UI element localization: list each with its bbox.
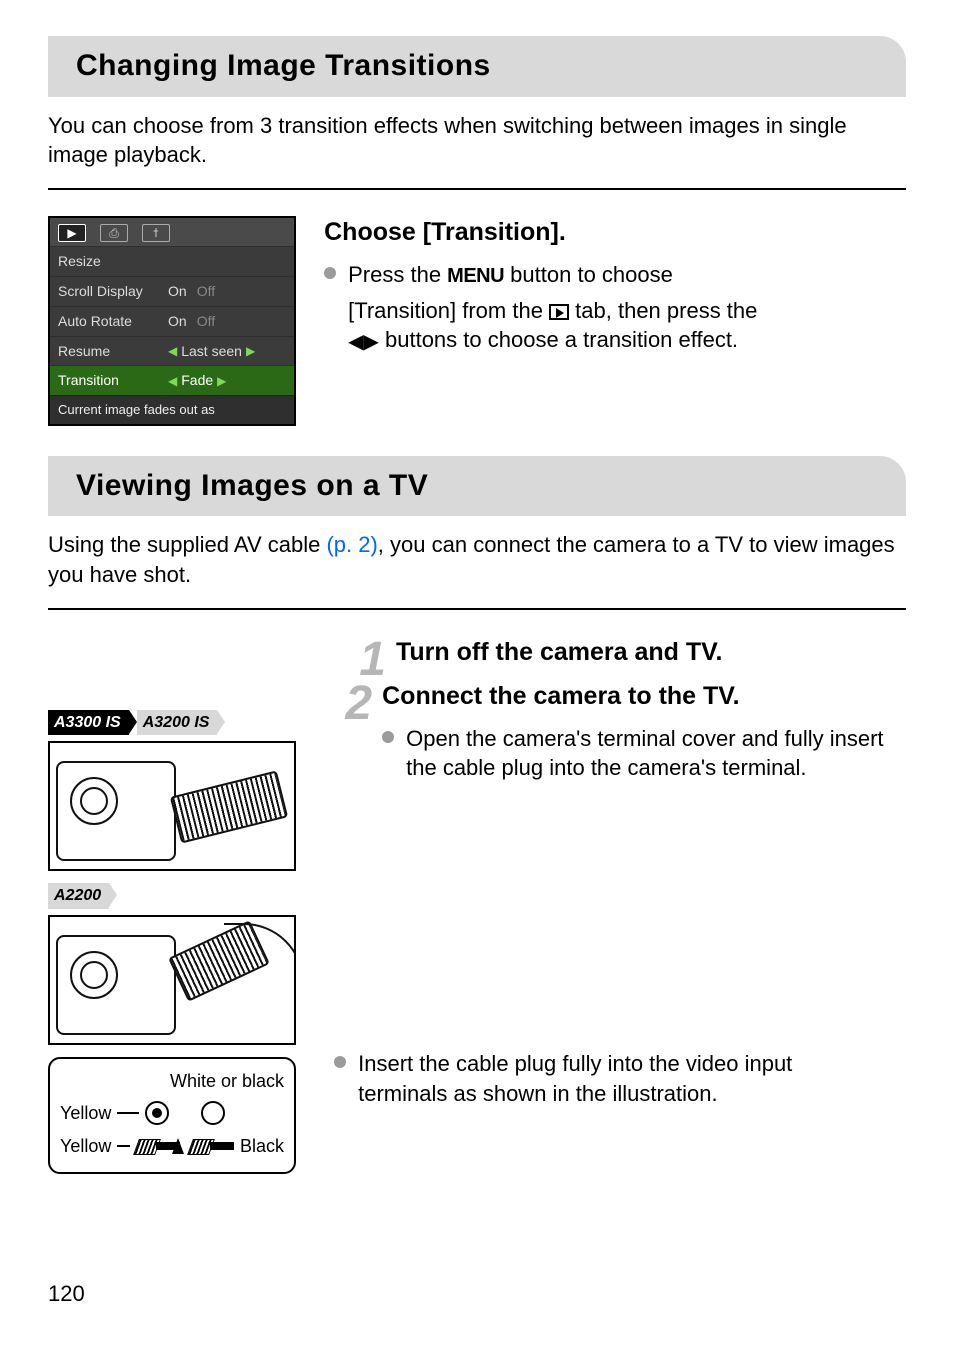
section2-intro: Using the supplied AV cable (p. 2), you … [48,530,906,589]
menu-value-on: On [168,282,187,301]
section-heading-tv: Viewing Images on a TV [48,456,906,517]
section1-intro: You can choose from 3 transition effects… [48,111,906,170]
menu-label: Transition [58,371,168,390]
menu-row-resume: Resume ◀ Last seen ▶ [50,336,294,366]
menu-value-on: On [168,312,187,331]
menu-value: On Off [168,282,215,301]
bullet-dot-icon [382,731,394,743]
heading-text: Viewing Images on a TV [76,466,906,507]
step-bullet: Open the camera's terminal cover and ful… [382,724,884,783]
menu-row-scroll-display: Scroll Display On Off [50,276,294,306]
playback-tab-icon [549,304,569,320]
cable-label-yellow: Yellow [60,1101,111,1125]
bullet-dot-icon [334,1056,346,1068]
menu-tabs: ▶ ⎙ ϯ [50,218,294,246]
menu-value: On Off [168,312,215,331]
text-fragment: Using the supplied AV cable [48,532,326,557]
menu-word-icon: MENU [447,265,504,287]
step-text-line: [Transition] from the tab, then press th… [348,296,884,326]
menu-row-auto-rotate: Auto Rotate On Off [50,306,294,336]
tv-cable-illustration: White or black Yellow Yellow Black [48,1057,296,1174]
text-fragment: buttons to choose a transition effect. [379,327,738,352]
menu-value-text: Last seen [181,342,242,361]
tab-print-icon: ⎙ [100,224,128,242]
arrow-left-icon: ◀ [168,343,177,359]
step-text: Insert the cable plug fully into the vid… [358,1049,884,1108]
camera-plug-illustration-1 [48,741,296,871]
step-text-line: ◀▶ buttons to choose a transition effect… [348,325,884,356]
tab-tools-icon: ϯ [142,224,170,242]
menu-value-text: Fade [181,371,213,390]
cable-label-black: Black [240,1134,284,1158]
menu-row-transition: Transition ◀ Fade ▶ [50,365,294,395]
jack-white-black-icon [201,1101,225,1125]
cable-label-white-or-black: White or black [170,1069,284,1093]
camera-menu-mock: ▶ ⎙ ϯ Resize Scroll Display On Off Auto … [48,216,296,426]
text-fragment: tab, then press the [569,298,757,323]
model-badges: A3300 IS A3200 IS [48,710,318,736]
step-title: Choose [Transition]. [324,216,884,250]
step-bullet: Press the MENU button to choose [324,260,884,290]
divider [48,608,906,610]
menu-description: Current image fades out as [50,395,294,424]
cable-label-yellow: Yellow [60,1134,111,1158]
transition-step: Choose [Transition]. Press the MENU butt… [324,216,884,356]
menu-label: Scroll Display [58,282,168,301]
arrow-right-icon: ▶ [217,373,226,389]
step-text: Open the camera's terminal cover and ful… [406,724,884,783]
jack-yellow-icon [145,1101,169,1125]
text-fragment: Press the [348,262,447,287]
line-icon [117,1112,139,1114]
bullet-dot-icon [324,267,336,279]
section-heading-transitions: Changing Image Transitions [48,36,906,97]
step-text: Press the MENU button to choose [348,260,884,290]
page-number: 120 [48,1279,85,1309]
text-fragment: [Transition] from the [348,298,549,323]
menu-value: ◀ Last seen ▶ [168,342,255,361]
menu-label: Resume [58,342,168,361]
menu-value-off: Off [197,282,215,301]
heading-text: Changing Image Transitions [76,46,906,87]
step-title: Connect the camera to the TV. [382,680,884,714]
model-badges: A2200 [48,883,318,909]
model-badge-a2200: A2200 [48,883,109,909]
line-icon [117,1145,129,1147]
menu-label: Resize [58,252,168,271]
left-right-buttons-icon: ◀▶ [348,329,379,356]
model-badge-a3200is: A3200 IS [137,710,218,736]
divider [48,188,906,190]
camera-plug-illustration-2 [48,915,296,1045]
menu-value: ◀ Fade ▶ [168,371,226,390]
step-number-2: 2 [334,680,372,728]
plug-yellow-icon [136,1135,162,1157]
menu-row-resize: Resize [50,246,294,276]
model-badge-a3300is: A3300 IS [48,710,129,736]
plug-black-icon [190,1135,216,1157]
arrow-left-icon: ◀ [168,373,177,389]
text-fragment: button to choose [504,262,673,287]
arrow-right-icon: ▶ [246,343,255,359]
step-title: Turn off the camera and TV. [396,636,906,670]
page-reference-link[interactable]: (p. 2) [326,532,377,557]
tab-playback-icon: ▶ [58,224,86,242]
step-bullet: Insert the cable plug fully into the vid… [334,1049,884,1108]
menu-label: Auto Rotate [58,312,168,331]
menu-value-off: Off [197,312,215,331]
